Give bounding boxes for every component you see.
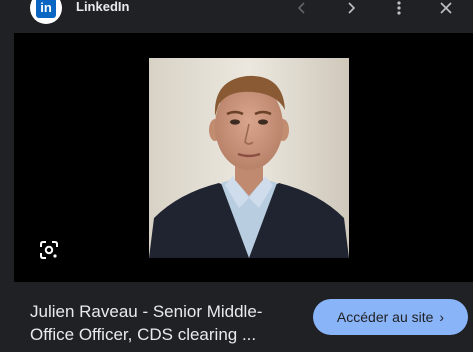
linkedin-logo-icon: in (36, 0, 56, 18)
lens-icon (40, 241, 58, 259)
result-title-line-1: Julien Raveau - Senior Middle- (30, 302, 263, 321)
source-logo[interactable]: in (30, 0, 62, 24)
result-title-line-2: Office Officer, CDS clearing ... (30, 325, 257, 344)
close-icon (440, 2, 452, 14)
more-options-button[interactable] (387, 0, 411, 20)
chevron-right-icon (348, 2, 356, 14)
next-button[interactable] (339, 0, 363, 20)
chevron-right-icon: › (439, 309, 445, 325)
image-stage (14, 33, 473, 282)
visit-site-label: Accéder au site (336, 309, 434, 325)
more-vert-icon (397, 1, 401, 15)
source-name[interactable]: LinkedIn (76, 0, 129, 14)
lens-search-button[interactable] (38, 239, 60, 261)
visit-site-button[interactable]: Accéder au site › (313, 299, 468, 335)
profile-photo[interactable] (149, 58, 349, 258)
previous-button[interactable] (290, 0, 314, 20)
image-preview-panel: in LinkedIn Julien Raveau - Senior Middl… (0, 0, 473, 352)
result-title-link[interactable]: Julien Raveau - Senior Middle- Office Of… (30, 300, 300, 346)
portrait-image (149, 58, 349, 258)
chevron-left-icon (297, 2, 305, 14)
preview-header: in LinkedIn (0, 0, 473, 30)
close-button[interactable] (434, 0, 458, 20)
